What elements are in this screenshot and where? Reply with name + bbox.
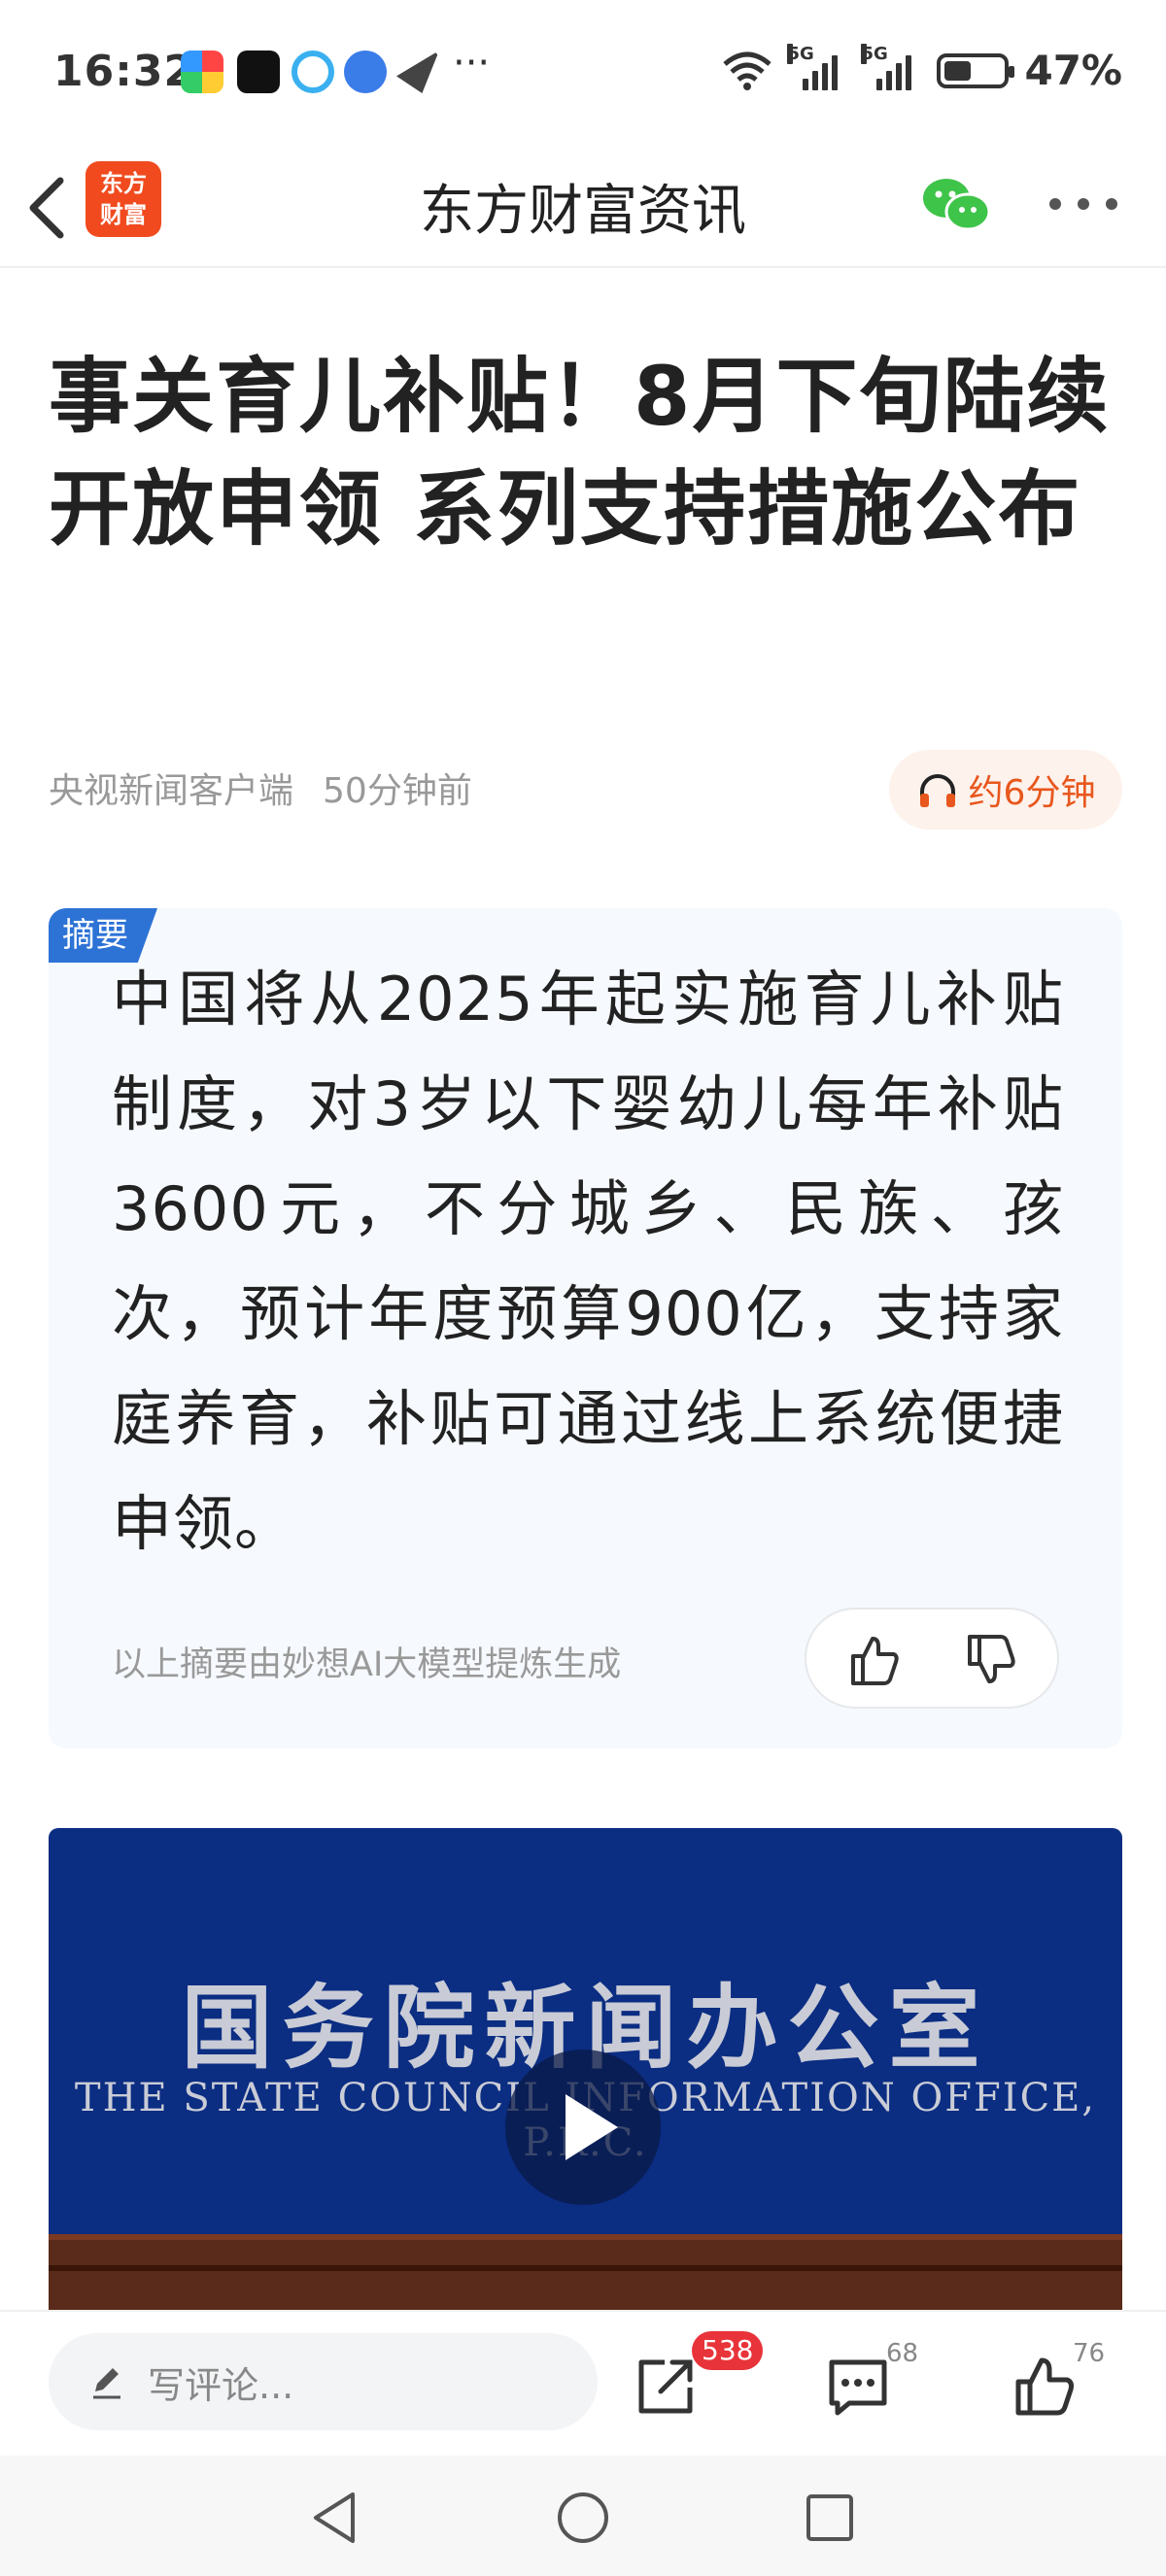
app-notification-icon [181, 51, 223, 93]
system-home-button[interactable] [552, 2487, 614, 2549]
wechat-share-button[interactable] [917, 165, 995, 243]
pencil-icon [93, 2368, 120, 2399]
listen-audio-button[interactable]: 约6分钟 [889, 750, 1122, 830]
more-icon [1049, 198, 1061, 210]
like-button[interactable] [1011, 2353, 1079, 2421]
summary-dislike-button[interactable] [962, 1631, 1020, 1689]
article-meta: 央视新闻客户端 50分钟前 [49, 763, 472, 813]
cell-signal-icon: 5G [787, 43, 847, 90]
thumbs-up-icon [851, 1637, 899, 1685]
battery-icon [937, 52, 1015, 88]
comments-button[interactable] [824, 2353, 892, 2421]
comment-icon [829, 2359, 887, 2416]
app-notification-icon [344, 51, 387, 93]
summary-footnote: 以上摘要由妙想AI大模型提炼生成 [112, 1645, 622, 1684]
summary-feedback [805, 1608, 1059, 1709]
summary-text: 中国将从2025年起实施育儿补贴制度，对3岁以下婴幼儿每年补贴3600元，不分城… [112, 964, 1064, 1559]
nav-recent-icon [806, 2494, 853, 2541]
share-button[interactable] [632, 2353, 700, 2421]
nav-home-icon [558, 2492, 608, 2543]
comment-placeholder: 写评论... [148, 2363, 294, 2407]
nav-bar: 东方 财富 东方财富资讯 [0, 146, 1166, 268]
system-navigation-bar [0, 2456, 1166, 2576]
battery-percent: 47% [1024, 47, 1122, 94]
video-player[interactable]: 国务院新闻办公室 THE STATE COUNCIL INFORMATION O… [49, 1828, 1122, 2314]
cell-signal-icon: 5G [861, 43, 921, 90]
comment-input[interactable]: 写评论... [49, 2333, 598, 2430]
more-notifications-icon: ··· [453, 41, 491, 85]
bottom-action-bar: 写评论... 538 68 76 [0, 2310, 1166, 2456]
app-notification-icon [237, 51, 280, 93]
status-bar: 16:32 ··· 5G 5G 47% [0, 0, 1166, 146]
article-time: 50分钟前 [323, 771, 472, 811]
status-time: 16:32 [53, 47, 195, 96]
headphones-icon [919, 774, 955, 807]
wechat-icon [923, 179, 991, 231]
like-icon [1015, 2357, 1074, 2416]
share-count-badge: 538 [692, 2331, 764, 2370]
wifi-icon [723, 51, 772, 90]
summary-like-button[interactable] [845, 1631, 904, 1689]
article-headline: 事关育儿补贴！8月下旬陆续开放申领 系列支持措施公布 [49, 349, 1111, 557]
system-recents-button[interactable] [799, 2487, 861, 2549]
app-notification-icon [396, 51, 439, 93]
article-source: 央视新闻客户端 [49, 771, 294, 811]
like-count: 76 [1073, 2339, 1106, 2368]
nav-back-icon [314, 2492, 355, 2543]
thumbs-down-icon [968, 1635, 1015, 1683]
more-options-button[interactable] [1049, 175, 1117, 233]
play-button[interactable] [505, 2050, 661, 2205]
comment-count: 68 [886, 2339, 919, 2368]
status-indicators: 5G 5G 47% [721, 43, 1122, 94]
system-back-button[interactable] [306, 2487, 368, 2549]
app-notification-icon [292, 51, 334, 93]
video-podium [49, 2234, 1122, 2314]
share-icon [638, 2359, 693, 2414]
audio-duration: 约6分钟 [968, 773, 1096, 813]
